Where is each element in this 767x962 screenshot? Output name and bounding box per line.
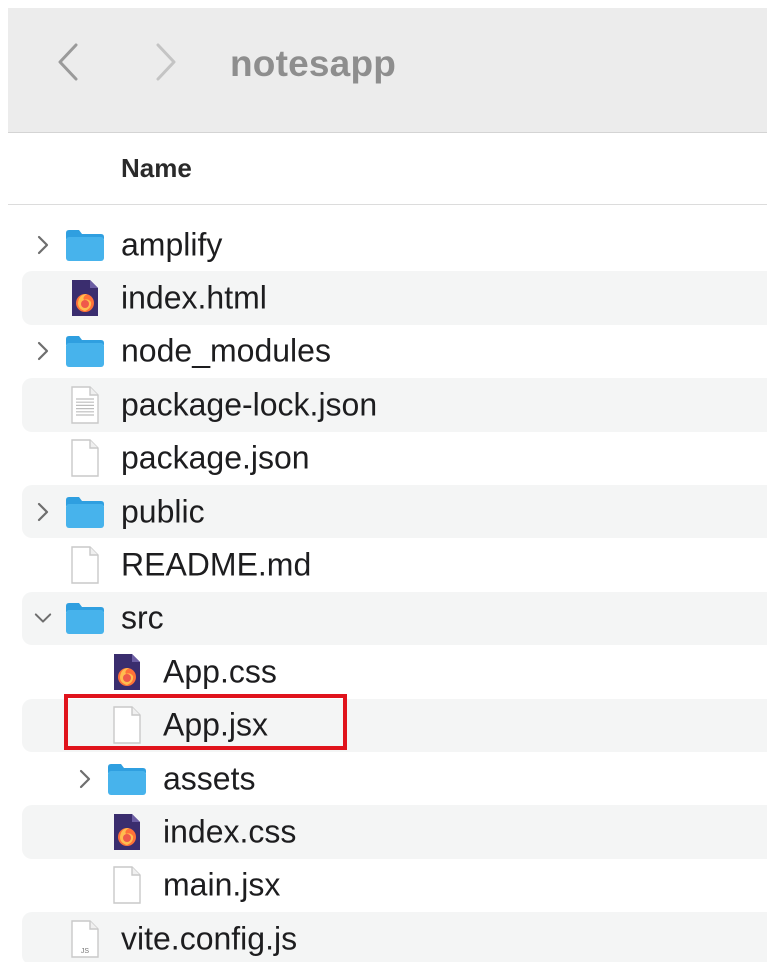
folder-icon	[66, 603, 104, 635]
file-icon-wrapper	[106, 705, 148, 745]
folder-icon	[66, 229, 104, 261]
file-name: main.jsx	[163, 866, 281, 903]
file-icon-wrapper	[64, 492, 106, 532]
file-icon-wrapper	[106, 652, 148, 692]
disclosure-collapsed[interactable]	[34, 502, 52, 522]
file-icon-wrapper	[64, 225, 106, 265]
file-name: App.css	[163, 653, 277, 690]
chevron-left-icon	[58, 43, 78, 81]
folder-row[interactable]: src	[22, 591, 767, 646]
disclosure-collapsed[interactable]	[34, 235, 52, 255]
folder-row[interactable]: node_modules	[22, 325, 767, 378]
toolbar: notesapp	[8, 8, 767, 133]
folder-icon	[108, 763, 146, 795]
folder-row[interactable]: public	[22, 484, 767, 539]
folder-row[interactable]: amplify	[22, 218, 767, 271]
folder-icon	[66, 496, 104, 528]
chevron-right-icon	[37, 342, 49, 361]
folder-icon	[66, 336, 104, 368]
file-name: amplify	[121, 226, 223, 263]
chevron-right-icon	[37, 235, 49, 254]
document-icon	[113, 866, 141, 905]
file-name: package.json	[121, 439, 310, 476]
file-row[interactable]: index.css	[22, 805, 767, 859]
file-name: index.html	[121, 279, 267, 316]
file-name: README.md	[121, 546, 312, 583]
chevron-down-icon	[34, 613, 52, 624]
file-row[interactable]: package-lock.json	[22, 378, 767, 432]
file-icon-wrapper	[106, 865, 148, 905]
file-name: vite.config.js	[121, 920, 298, 957]
file-row[interactable]: App.jsx	[22, 698, 767, 752]
file-row[interactable]: index.html	[22, 271, 767, 325]
chevron-right-icon	[37, 502, 49, 521]
forward-button[interactable]	[146, 40, 186, 84]
chevron-right-icon	[156, 43, 176, 81]
file-icon-wrapper	[64, 545, 106, 585]
disclosure-collapsed[interactable]	[76, 769, 94, 789]
file-name: index.css	[163, 813, 297, 850]
file-name: src	[121, 599, 164, 636]
back-button[interactable]	[48, 40, 88, 84]
disclosure-expanded[interactable]	[34, 608, 52, 628]
file-icon-wrapper	[64, 598, 106, 638]
firefox-document-icon	[72, 280, 98, 317]
file-row[interactable]: package.json	[22, 432, 767, 485]
document-icon	[71, 546, 99, 584]
file-name: package-lock.json	[121, 386, 378, 423]
file-row[interactable]: README.md	[22, 538, 767, 591]
file-icon-wrapper	[64, 385, 106, 425]
firefox-document-icon	[114, 813, 140, 850]
file-icon-wrapper	[106, 759, 148, 799]
file-icon-wrapper	[106, 812, 148, 852]
file-name: public	[121, 493, 205, 530]
file-icon-wrapper	[64, 438, 106, 478]
file-name: node_modules	[121, 332, 331, 369]
js-document-icon: JS	[71, 920, 99, 958]
finder-window: notesapp Name amplify index.html node_modu…	[0, 0, 767, 962]
file-name: App.jsx	[163, 706, 268, 743]
file-list: amplify index.html node_modules package-loc…	[0, 218, 767, 962]
file-icon-wrapper	[64, 278, 106, 318]
js-badge: JS	[81, 948, 90, 955]
file-icon-wrapper	[64, 331, 106, 371]
column-header: Name	[8, 133, 767, 205]
document-icon	[71, 439, 99, 477]
disclosure-collapsed[interactable]	[34, 341, 52, 361]
chevron-right-icon	[79, 769, 91, 788]
file-row[interactable]: JS vite.config.js	[22, 912, 767, 962]
file-row[interactable]: main.jsx	[22, 859, 767, 912]
name-column-header[interactable]: Name	[121, 153, 192, 184]
file-name: assets	[163, 760, 256, 797]
folder-row[interactable]: assets	[22, 752, 767, 805]
window-title: notesapp	[230, 43, 397, 84]
firefox-document-icon	[114, 653, 140, 690]
document-icon	[113, 706, 141, 744]
text-document-icon	[71, 386, 99, 424]
file-row[interactable]: App.css	[22, 645, 767, 698]
file-icon-wrapper: JS	[64, 919, 106, 959]
